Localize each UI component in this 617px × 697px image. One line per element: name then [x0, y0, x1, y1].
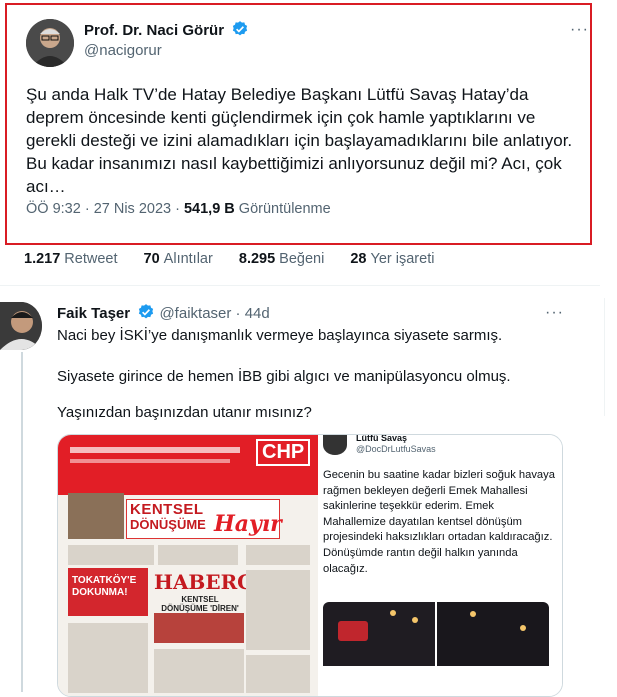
author-avatar[interactable] — [26, 19, 74, 67]
newspaper-red-box-text: TOKATKÖY'E DOKUNMA! — [72, 575, 137, 598]
reply-text-line: Siyasete girince de hemen İBB gibi algıc… — [57, 368, 511, 385]
newspaper-column — [154, 649, 244, 693]
newspaper-column — [246, 655, 310, 693]
newspaper-photo — [154, 613, 244, 643]
stat-label: Beğeni — [279, 251, 325, 267]
divider — [604, 298, 605, 416]
stat-likes[interactable]: 8.295 Beğeni — [239, 251, 324, 267]
newspaper-hayir: Hayır — [214, 511, 282, 537]
newspaper-photo — [68, 493, 124, 539]
thread-line — [21, 352, 23, 692]
reply-author-handle[interactable]: @faiktaser — [159, 305, 231, 322]
tweet-timestamp[interactable]: ÖÖ 9:32 · 27 Nis 2023 · — [26, 201, 184, 217]
embedded-author-handle: @DocDrLutfuSavas — [356, 444, 436, 454]
tweet-text: Şu anda Halk TV’de Hatay Belediye Başkan… — [26, 85, 573, 196]
stat-label: Retweet — [64, 251, 118, 267]
verified-badge-icon — [139, 304, 154, 319]
reply-text-line: Naci bey İSKİ’ye danışmanlık vermeye baş… — [57, 327, 503, 344]
views-count: 541,9 B — [183, 201, 235, 217]
stat-label: Alıntılar — [163, 251, 213, 267]
newspaper-headline: DÖNÜŞÜME — [130, 517, 206, 532]
newspaper-sub-headline: KENTSEL DÖNÜŞÜME 'DİREN' — [161, 595, 239, 613]
reply-author-avatar[interactable] — [0, 302, 42, 350]
newspaper-headline: KENTSEL — [130, 501, 204, 518]
engagement-stats: 1.217 Retweet 70 Alıntılar 8.295 Beğeni 28 Y… — [24, 251, 456, 267]
reply-age[interactable]: · 44d — [236, 305, 270, 322]
masthead-line — [70, 459, 230, 463]
stat-count: 28 — [350, 251, 367, 267]
reply-author-name[interactable]: Faik Taşer @faiktaser · 44d — [57, 303, 270, 322]
embedded-tweet-image[interactable]: Lütfü Savaş @DocDrLutfuSavas Gecenin bu … — [320, 434, 562, 696]
light-dot — [470, 611, 476, 617]
stat-count: 8.295 — [238, 251, 276, 267]
reply-media[interactable]: CHP KENTSEL DÖNÜŞÜME Hayır TOKATKÖY'E DO… — [57, 434, 563, 697]
embedded-tweet-text: Gecenin bu saatine kadar bizleri soğuk h… — [323, 469, 555, 575]
newspaper-image[interactable]: CHP KENTSEL DÖNÜŞÜME Hayır TOKATKÖY'E DO… — [58, 435, 318, 696]
author-handle[interactable]: @nacigorur — [84, 42, 162, 59]
views-label: Görüntülenme — [238, 201, 331, 217]
tweet-meta: ÖÖ 9:32 · 27 Nis 2023 · 541,9 B Görüntül… — [26, 201, 331, 217]
stat-quotes[interactable]: 70 Alıntılar — [144, 251, 213, 267]
light-dot — [412, 617, 418, 623]
main-tweet: Prof. Dr. Naci Görür @nacigorur ··· Şu a… — [5, 3, 592, 245]
stat-count: 1.217 — [24, 251, 61, 267]
stat-retweets[interactable]: 1.217 Retweet — [24, 251, 118, 267]
newspaper-column — [68, 623, 148, 693]
light-dot — [520, 625, 526, 631]
embedded-photo — [437, 602, 549, 666]
chp-logo: CHP — [256, 439, 311, 466]
stat-bookmarks[interactable]: 28 Yer işareti — [350, 251, 434, 267]
newspaper-column — [246, 545, 310, 565]
stat-label: Yer işareti — [370, 251, 435, 267]
newspaper-column — [158, 545, 238, 565]
more-options-icon[interactable]: ··· — [570, 21, 589, 39]
verified-badge-icon — [233, 21, 248, 36]
more-options-icon[interactable]: ··· — [545, 304, 564, 322]
embedded-author-name: Lütfü Savaş — [356, 434, 408, 443]
masthead-line — [70, 447, 240, 453]
divider — [0, 285, 600, 286]
reply-author-name-text[interactable]: Faik Taşer — [57, 305, 130, 322]
author-name[interactable]: Prof. Dr. Naci Görür — [84, 20, 249, 39]
reply-text-line: Yaşınızdan başınızdan utanır mısınız? — [57, 404, 312, 421]
newspaper-column — [246, 570, 310, 650]
flag-shape — [338, 621, 368, 641]
author-name-text[interactable]: Prof. Dr. Naci Görür — [84, 22, 224, 39]
light-dot — [390, 610, 396, 616]
newspaper-column — [68, 545, 154, 565]
embedded-avatar — [323, 435, 347, 455]
stat-count: 70 — [143, 251, 160, 267]
